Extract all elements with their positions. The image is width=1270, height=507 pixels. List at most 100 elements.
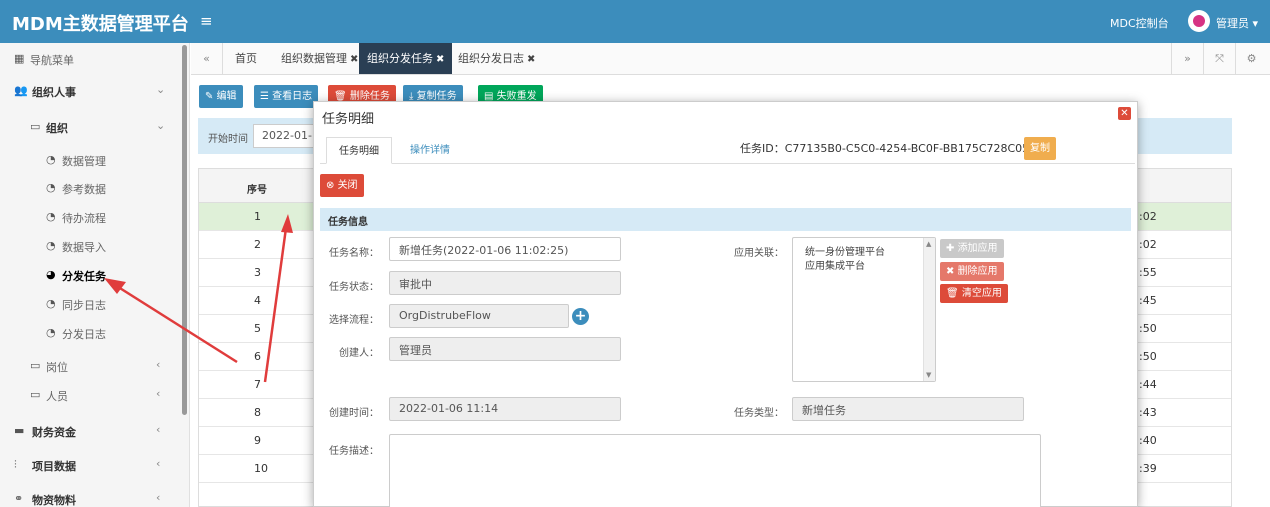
sidebar-item-data-manage[interactable]: ◔ 数据管理	[0, 146, 180, 174]
sidebar-nav-title: ▦ 导航菜单	[14, 52, 74, 67]
task-status-label: 任务状态：	[329, 282, 379, 293]
leaf-icon: ◔	[46, 181, 56, 194]
sidebar-scrollbar[interactable]	[182, 45, 187, 415]
x-icon: ✖	[946, 266, 958, 277]
card-icon: ▬	[14, 424, 25, 437]
hamburger-icon[interactable]: ≡	[200, 12, 213, 30]
task-desc-textarea[interactable]	[389, 434, 1041, 507]
task-name-label: 任务名称：	[329, 248, 379, 259]
chevron-left-icon: ‹	[156, 457, 161, 470]
task-info-section: 任务信息	[320, 208, 1131, 231]
folder-icon: ▭	[30, 120, 41, 133]
leaf-icon: ◔	[46, 297, 56, 310]
sidebar-item-finance[interactable]: ▬ 财务资金 ‹	[0, 417, 180, 445]
copy-id-button[interactable]: 复制	[1024, 137, 1056, 160]
gear-icon[interactable]: ⚙	[1235, 43, 1267, 74]
sidebar-item-sync-log[interactable]: ◔ 同步日志	[0, 290, 180, 318]
folder-icon: ▭	[30, 388, 41, 401]
delete-app-button[interactable]: ✖ 删除应用	[940, 262, 1004, 281]
sidebar-item-distribute-task[interactable]: ◕ 分发任务	[0, 261, 180, 289]
view-log-button[interactable]: ☰ 查看日志	[254, 85, 319, 108]
sidebar-item-material[interactable]: ⚭ 物资物料 ‹	[0, 485, 180, 507]
created-time-field: 2022-01-06 11:14	[389, 397, 621, 421]
tab-task-detail[interactable]: 任务明细	[326, 137, 392, 164]
created-time-label: 创建时间：	[329, 408, 379, 419]
modal-title: 任务明细	[322, 112, 375, 127]
folder-icon: ▭	[30, 359, 41, 372]
app-list[interactable]: 统一身份管理平台 应用集成平台 ▲ ▼	[792, 237, 936, 382]
avatar[interactable]	[1188, 10, 1210, 32]
select-flow-field[interactable]: OrgDistrubeFlow	[389, 304, 569, 328]
task-id-text: 任务ID：C77135B0-C5C0-4254-BC0F-BB175C728C0…	[740, 142, 1030, 155]
tab-operation-detail[interactable]: 操作详情	[398, 137, 462, 164]
tab-scroll-right-icon[interactable]: »	[1171, 43, 1203, 74]
grid-icon: ▦	[14, 52, 25, 65]
leaf-icon: ◕	[46, 268, 56, 281]
tab-org-distribute-log[interactable]: 组织分发日志 ✖	[450, 43, 543, 74]
chevron-left-icon: ‹	[156, 387, 161, 400]
leaf-icon: ◔	[46, 153, 56, 166]
list-item[interactable]: 应用集成平台	[805, 257, 865, 272]
sidebar-item-todo-flow[interactable]: ◔ 待办流程	[0, 203, 180, 231]
task-name-input[interactable]: 新增任务(2022-01-06 11:02:25)	[389, 237, 621, 261]
edit-icon: ✎	[205, 91, 217, 102]
cubes-icon: ⚭	[14, 492, 24, 505]
add-app-button[interactable]: ✚ 添加应用	[940, 239, 1004, 258]
start-time-label: 开始时间	[208, 134, 248, 145]
chevron-left-icon: ‹	[156, 491, 161, 504]
sidebar-item-data-import[interactable]: ◔ 数据导入	[0, 232, 180, 260]
users-icon: 👥	[14, 84, 28, 97]
column-header-seq: 序号	[247, 185, 267, 196]
leaf-icon: ◔	[46, 239, 56, 252]
tabs-bar: « 首页 组织数据管理 ✖ 组织分发任务 ✖ 组织分发日志 ✖ » ⤧ ⚙	[191, 43, 1270, 75]
close-button[interactable]: ⊗ 关闭	[320, 174, 364, 197]
list-item[interactable]: 统一身份管理平台	[805, 243, 885, 258]
brand-title[interactable]: MDM主数据管理平台	[12, 10, 189, 36]
edit-button[interactable]: ✎ 编辑	[199, 85, 243, 108]
tab-org-data-manage[interactable]: 组织数据管理 ✖	[273, 43, 366, 74]
select-flow-label: 选择流程：	[329, 315, 379, 326]
add-flow-icon[interactable]: +	[572, 308, 589, 325]
task-type-label: 任务类型：	[734, 408, 784, 419]
sidebar-item-person[interactable]: ▭ 人员 ‹	[0, 381, 180, 409]
close-circle-icon: ⊗	[326, 180, 338, 191]
sidebar-item-project[interactable]: ⫶ 项目数据 ‹	[0, 451, 180, 479]
list-icon: ☰	[260, 91, 273, 102]
sidebar-item-distribute-log[interactable]: ◔ 分发日志	[0, 319, 180, 347]
task-status-field: 审批中	[389, 271, 621, 295]
task-desc-label: 任务描述：	[329, 446, 379, 457]
creator-field: 管理员	[389, 337, 621, 361]
admin-user-menu[interactable]: 管理员 ▾	[1216, 15, 1258, 31]
fullscreen-icon[interactable]: ⤧	[1203, 43, 1235, 74]
chevron-left-icon: ‹	[156, 423, 161, 436]
sidebar: ▦ 导航菜单 👥 组织人事 ⌄ ▭ 组织 ⌄ ◔ 数据管理 ◔ 参考数据 ◔ 待…	[0, 43, 190, 507]
close-icon[interactable]: ✕	[1118, 107, 1131, 120]
close-icon[interactable]: ✖	[527, 54, 535, 65]
close-icon[interactable]: ✖	[436, 54, 444, 65]
clear-app-button[interactable]: 🗑 清空应用	[940, 284, 1008, 303]
sitemap-icon: ⫶	[14, 458, 17, 471]
mdc-console-link[interactable]: MDC控制台	[1110, 15, 1169, 31]
chevron-left-icon: ‹	[156, 358, 161, 371]
sidebar-item-ref-data[interactable]: ◔ 参考数据	[0, 174, 180, 202]
sidebar-item-org-hr[interactable]: 👥 组织人事 ⌄	[0, 77, 180, 105]
app-list-scrollbar[interactable]: ▲ ▼	[923, 238, 935, 381]
chevron-down-icon: ⌄	[156, 83, 166, 96]
scroll-down-icon[interactable]: ▼	[926, 371, 931, 379]
task-detail-modal: 任务明细 ✕ 任务明细 操作详情 任务ID：C77135B0-C5C0-4254…	[313, 101, 1138, 507]
tab-org-distribute-task[interactable]: 组织分发任务 ✖	[359, 43, 453, 74]
sidebar-item-position[interactable]: ▭ 岗位 ‹	[0, 352, 180, 380]
tab-home[interactable]: 首页	[227, 43, 265, 74]
plus-icon: ✚	[946, 243, 958, 254]
leaf-icon: ◔	[46, 326, 56, 339]
tab-scroll-left-icon[interactable]: «	[191, 43, 223, 74]
chevron-down-icon: ⌄	[156, 119, 166, 132]
app-relation-label: 应用关联：	[734, 248, 784, 259]
sidebar-item-org[interactable]: ▭ 组织 ⌄	[0, 113, 180, 141]
leaf-icon: ◔	[46, 210, 56, 223]
scroll-up-icon[interactable]: ▲	[926, 240, 931, 248]
creator-label: 创建人：	[339, 348, 379, 359]
trash-icon: 🗑	[946, 288, 962, 299]
close-icon[interactable]: ✖	[350, 54, 358, 65]
top-header: MDM主数据管理平台 ≡ MDC控制台 管理员 ▾	[0, 0, 1270, 43]
